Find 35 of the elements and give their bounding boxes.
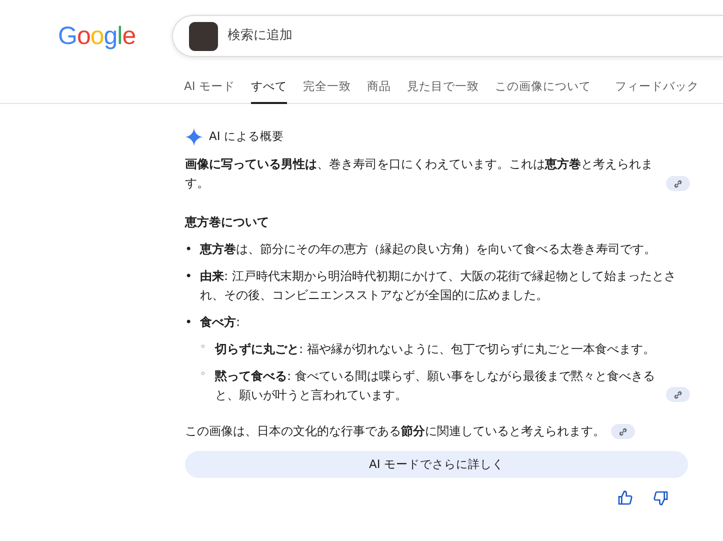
photo-placeholder <box>188 22 218 50</box>
bullet-marker: ◦ <box>200 368 207 382</box>
search-input[interactable]: 検索に追加 <box>228 26 528 46</box>
bullet-marker: • <box>185 241 194 258</box>
overview-title: AI による概要 <box>209 128 284 146</box>
thumbs-up-icon[interactable] <box>617 490 633 506</box>
bullet-text: 切らずに丸ごと: 福や縁が切れないように、包丁で切らずに丸ごと一本食べます。 <box>215 341 655 358</box>
bullet-marker: ◦ <box>200 341 207 356</box>
bullet-text: 由来: 江戸時代末期から明治時代初期にかけて、大阪の花街で縁起物として始まったとされ、その後、コンビニエンスストアなどが全国的に広めました。 <box>200 268 677 304</box>
google-logo[interactable]: Google <box>58 20 136 52</box>
tab[interactable]: すべて <box>250 75 287 104</box>
tab[interactable]: 見た目で一致 <box>406 75 479 104</box>
tab[interactable]: AI モード <box>184 75 235 104</box>
ai-mode-button[interactable]: AI モードでさらに詳しく <box>185 451 688 478</box>
bullet-marker: • <box>185 314 194 331</box>
tab[interactable]: 完全一致 <box>302 75 351 104</box>
bullet-text: 黙って食べる: 食べている間は喋らず、願い事をしながら最後まで黙々と食べきると、願いが叶うと言われています。 <box>215 368 656 404</box>
source-link-chip[interactable] <box>666 176 690 191</box>
bullet-marker: • <box>185 268 194 286</box>
search-field[interactable]: 検索に追加 <box>172 15 723 57</box>
tab[interactable]: 商品 <box>366 75 391 104</box>
paragraph: 画像に写っている男性は、巻き寿司を口にくわえています。これは恵方巻と考えられます。 <box>185 156 654 192</box>
link-icon <box>618 426 628 437</box>
paragraph: この画像は、日本の文化的な行事である節分に関連していると考えられます。 <box>185 423 605 440</box>
link-icon <box>673 178 683 188</box>
bullet-text: 恵方巻は、節分にその年の恵方（縁起の良い方角）を向いて食べる太巻き寿司です。 <box>200 241 656 258</box>
source-link-chip[interactable] <box>666 387 690 402</box>
thumbs-down-icon[interactable] <box>653 490 669 506</box>
section-heading: 恵方巻について <box>185 214 269 231</box>
tab[interactable]: フィードバック <box>614 75 699 104</box>
bullet-text: 食べ方: <box>200 314 240 331</box>
source-link-chip[interactable] <box>611 424 635 440</box>
link-icon <box>673 390 683 400</box>
tab[interactable]: この画像について <box>494 75 591 104</box>
sparkle-icon <box>185 128 203 146</box>
